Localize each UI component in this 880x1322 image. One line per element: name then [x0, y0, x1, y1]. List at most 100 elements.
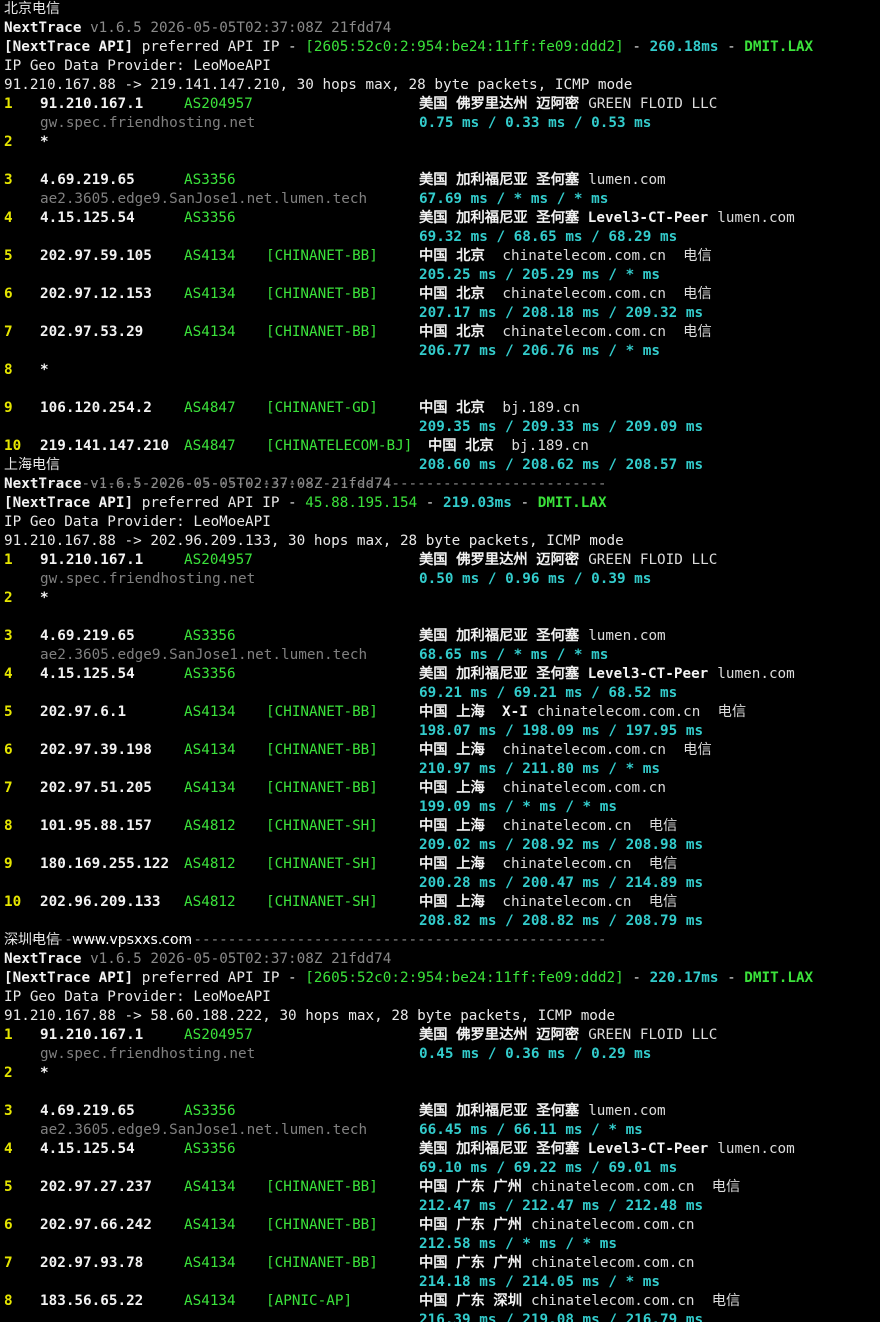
hop-hostname: gw.spec.friendhosting.net: [40, 115, 256, 131]
hop-geo: 中国 广东 深圳: [419, 1293, 522, 1309]
hop-row-detail: 200.28 ms / 200.47 ms / 214.89 ms: [0, 874, 880, 893]
hop-isp: chinatelecom.cn 电信: [502, 856, 678, 872]
hop-isp: chinatelecom.cn 电信: [502, 894, 678, 910]
hop-row-detail: 199.09 ms / * ms / * ms: [0, 798, 880, 817]
nexttrace-banner: NextTrace v1.6.5 2026-05-05T02:37:08Z 21…: [4, 475, 880, 494]
hop-geo: 中国 广东 广州: [419, 1217, 522, 1233]
hop-row-detail: 69.32 ms / 68.65 ms / 68.29 ms: [0, 228, 880, 247]
hop-network-tag: [CHINANET-BB]: [266, 324, 378, 340]
hop-asn: AS4847: [184, 438, 236, 454]
hop-number: 8: [4, 1293, 13, 1309]
hop-network-tag: [CHINANET-BB]: [266, 780, 378, 796]
hop-isp: GREEN FLOID LLC: [588, 1027, 718, 1043]
terminal-window[interactable]: 北京电信 NextTrace v1.6.5 2026-05-05T02:37:08…: [0, 0, 880, 1322]
api-ip: [2605:52c0:2:954:be24:11ff:fe09:ddd2]: [305, 970, 624, 986]
hop-isp: bj.189.cn: [502, 400, 580, 416]
app-version: v1.6.5 2026-05-05T02:37:08Z 21fdd74: [90, 20, 392, 36]
hop-rtt: 205.25 ms / 205.29 ms / * ms: [419, 267, 661, 283]
hop-number: 5: [4, 248, 13, 264]
hop-number: 7: [4, 780, 13, 796]
hop-timeout: *: [40, 362, 49, 378]
hop-isp: chinatelecom.com.cn 电信: [531, 1179, 741, 1195]
hop-isp: bj.189.cn: [511, 438, 589, 454]
hop-geo: 中国 上海: [419, 894, 494, 910]
hop-number: 2: [4, 590, 13, 606]
hop-row: 1 91.210.167.1 AS204957 美国 佛罗里达州 迈阿密 GREEN F…: [0, 1026, 880, 1045]
hop-rtt: 69.21 ms / 69.21 ms / 68.52 ms: [419, 685, 678, 701]
hop-row: 8 183.56.65.22 AS4134 [APNIC-AP] 中国 广东 深圳 chi…: [0, 1292, 880, 1311]
hop-ip: 202.97.66.242: [40, 1217, 152, 1233]
location-title: 深圳电信: [4, 932, 60, 948]
hop-geo: 中国 上海: [419, 780, 494, 796]
hop-geo: 美国 加利福尼亚 圣何塞 Level3-CT-Peer: [419, 666, 709, 682]
hop-geo: 美国 加利福尼亚 圣何塞 Level3-CT-Peer: [419, 210, 709, 226]
hop-ip: 202.97.12.153: [40, 286, 152, 302]
hop-isp: GREEN FLOID LLC: [588, 96, 718, 112]
hop-isp: lumen.com: [588, 1103, 666, 1119]
hop-row: 8 101.95.88.157 AS4812 [CHINANET-SH] 中国 上海 c…: [0, 817, 880, 836]
hop-isp: chinatelecom.com.cn 电信: [536, 704, 747, 720]
hop-row: 6 202.97.39.198 AS4134 [CHINANET-BB] 中国 上海 c…: [0, 741, 880, 760]
hop-row-detail: 212.47 ms / 212.47 ms / 212.48 ms: [0, 1197, 880, 1216]
hop-number: 3: [4, 172, 13, 188]
hop-row-detail: 208.82 ms / 208.82 ms / 208.79 ms: [0, 912, 880, 931]
hop-asn: AS4134: [184, 1255, 236, 1271]
hop-asn: AS4134: [184, 286, 236, 302]
hop-isp: chinatelecom.com.cn 电信: [502, 248, 712, 264]
geo-provider-line: IP Geo Data Provider: LeoMoeAPI: [4, 988, 880, 1007]
hop-asn: AS3356: [184, 628, 236, 644]
hop-geo: 中国 北京: [419, 400, 494, 416]
hop-ip: 4.15.125.54: [40, 210, 135, 226]
hop-ip: 4.15.125.54: [40, 1141, 135, 1157]
hop-number: 7: [4, 324, 13, 340]
api-ip: [2605:52c0:2:954:be24:11ff:fe09:ddd2]: [305, 39, 624, 55]
hop-row-detail: gw.spec.friendhosting.net 0.50 ms / 0.96 …: [0, 570, 880, 589]
hop-geo: 美国 佛罗里达州 迈阿密: [419, 552, 580, 568]
api-latency: 220.17ms: [649, 970, 719, 986]
hop-asn: AS4812: [184, 856, 236, 872]
hop-number: 1: [4, 96, 13, 112]
trace-header: 91.210.167.88 -> 219.141.147.210, 30 hop…: [4, 77, 633, 93]
hop-geo: 美国 加利福尼亚 圣何塞: [419, 1103, 580, 1119]
hop-row: 2 *: [0, 589, 880, 608]
hop-row-detail: ae2.3605.edge9.SanJose1.net.lumen.tech 66…: [0, 1121, 880, 1140]
hop-timeout: *: [40, 1065, 49, 1081]
hop-asn: AS4134: [184, 1293, 236, 1309]
hop-number: 2: [4, 134, 13, 150]
hop-row-detail: [0, 608, 880, 627]
hop-asn: AS4812: [184, 818, 236, 834]
hop-row: 5 202.97.27.237 AS4134 [CHINANET-BB] 中国 广东 广…: [0, 1178, 880, 1197]
hop-ip: 4.69.219.65: [40, 1103, 135, 1119]
trace-header-line: 91.210.167.88 -> 219.141.147.210, 30 hop…: [4, 76, 880, 95]
hop-network-tag: [CHINANET-BB]: [266, 742, 378, 758]
nexttrace-banner: NextTrace v1.6.5 2026-05-05T02:37:08Z 21…: [4, 19, 880, 38]
api-label: [NextTrace API]: [4, 39, 134, 55]
hop-hostname: ae2.3605.edge9.SanJose1.net.lumen.tech: [40, 1122, 368, 1138]
hop-row-detail: 216.39 ms / 219.08 ms / 216.79 ms: [0, 1311, 880, 1322]
hop-isp: chinatelecom.com.cn: [531, 1255, 695, 1271]
hop-isp: lumen.com: [588, 172, 666, 188]
section-title: 深圳电信 www.vpsxxs.com: [4, 931, 880, 950]
hop-row-detail: 207.17 ms / 208.18 ms / 209.32 ms: [0, 304, 880, 323]
hop-asn: AS4134: [184, 1217, 236, 1233]
hop-row: 4 4.15.125.54 AS3356 美国 加利福尼亚 圣何塞 Level3-CT…: [0, 665, 880, 684]
hop-asn: AS4134: [184, 780, 236, 796]
hop-number: 4: [4, 210, 13, 226]
hop-isp: chinatelecom.com.cn: [502, 780, 666, 796]
hop-rtt: 212.47 ms / 212.47 ms / 212.48 ms: [419, 1198, 704, 1214]
trace-header-line: 91.210.167.88 -> 202.96.209.133, 30 hops…: [4, 532, 880, 551]
hop-network-tag: [CHINANET-SH]: [266, 856, 378, 872]
hop-isp: chinatelecom.com.cn: [531, 1217, 695, 1233]
hop-row: 5 202.97.6.1 AS4134 [CHINANET-BB] 中国 上海 X-I c…: [0, 703, 880, 722]
hop-number: 3: [4, 628, 13, 644]
hop-isp: lumen.com: [588, 628, 666, 644]
hop-number: 5: [4, 1179, 13, 1195]
api-label: [NextTrace API]: [4, 970, 134, 986]
hop-asn: AS3356: [184, 172, 236, 188]
hop-row-detail: [0, 380, 880, 399]
app-name: NextTrace: [4, 20, 82, 36]
hop-row-detail: 209.35 ms / 209.33 ms / 209.09 ms: [0, 418, 880, 437]
hop-network-tag: [CHINANET-BB]: [266, 248, 378, 264]
api-text: preferred API IP -: [141, 39, 297, 55]
hop-geo: 中国 上海: [419, 742, 494, 758]
